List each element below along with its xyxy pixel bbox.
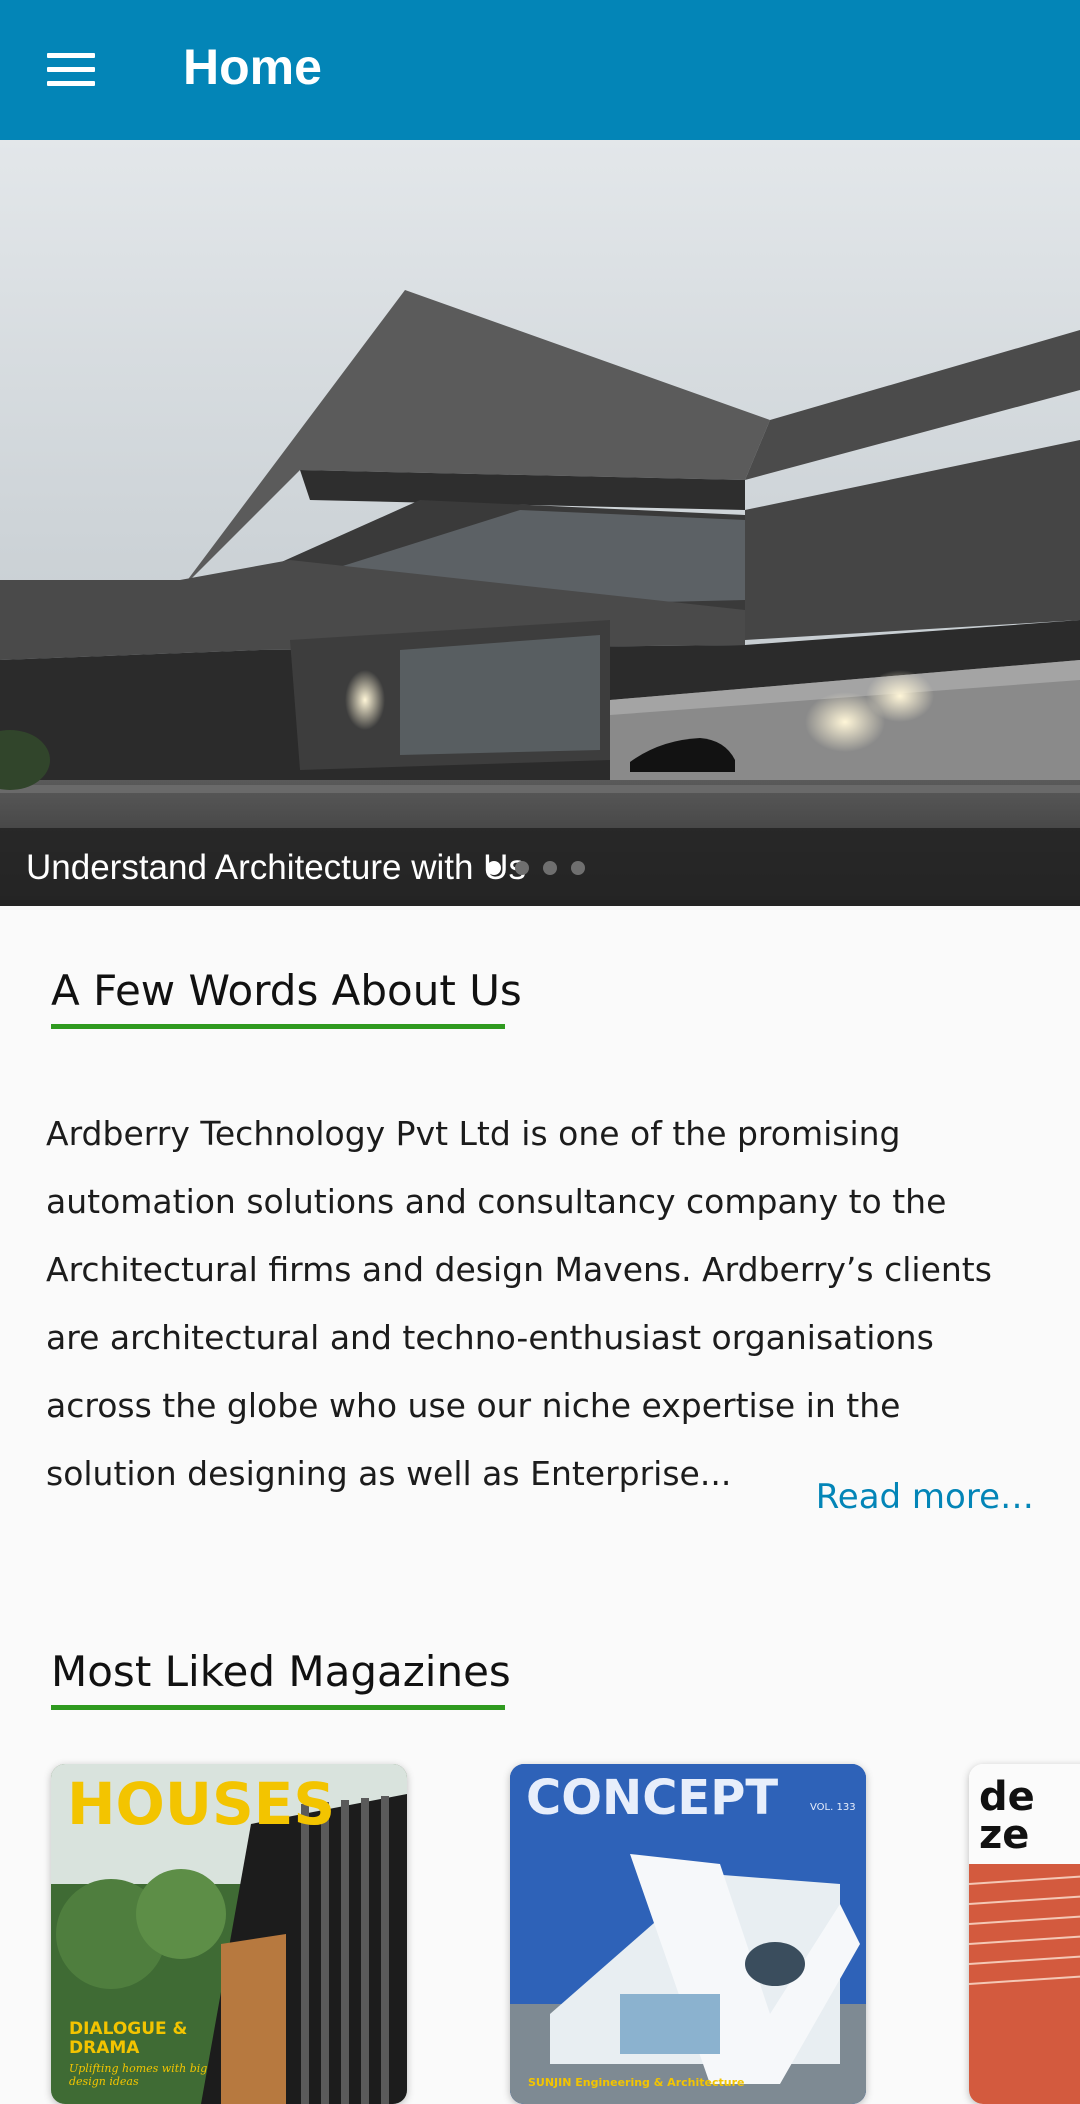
magazine-card-concept[interactable]: CONCEPT VOL. 133 SUNJIN Engineering & Ar… — [510, 1764, 866, 2104]
app-bar: Home — [0, 0, 1080, 140]
magazine-title: CONCEPT — [526, 1770, 779, 1826]
hero-caption-bar: Understand Architecture with Us — [0, 828, 1080, 906]
page-title: Home — [183, 39, 322, 95]
hero-carousel[interactable]: Understand Architecture with Us — [0, 140, 1080, 906]
hero-image — [0, 140, 1080, 906]
magazine-card-houses[interactable]: HOUSES DIALOGUE & DRAMA Uplifting homes … — [51, 1764, 407, 2104]
magazine-subtitle: SUNJIN Engineering & Architecture — [528, 2076, 745, 2089]
about-text: Ardberry Technology Pvt Ltd is one of th… — [46, 1114, 992, 1493]
hero-caption: Understand Architecture with Us — [26, 848, 526, 887]
magazine-card-dezeen[interactable]: de ze — [969, 1764, 1080, 2104]
carousel-dot[interactable] — [487, 861, 501, 875]
magazines-section-title: Most Liked Magazines — [51, 1647, 511, 1696]
read-more-link[interactable]: Read more… — [816, 1477, 1034, 1517]
carousel-dot[interactable] — [515, 861, 529, 875]
magazine-title: de ze — [979, 1774, 1035, 1858]
magazine-tagline: Uplifting homes with big design ideas — [69, 2062, 208, 2088]
carousel-dot[interactable] — [571, 861, 585, 875]
carousel-dot[interactable] — [543, 861, 557, 875]
about-section-title: A Few Words About Us — [51, 966, 522, 1015]
about-title-underline — [51, 1024, 505, 1029]
magazine-subtitle: DIALOGUE & DRAMA — [69, 2019, 188, 2058]
magazines-title-underline — [51, 1705, 505, 1710]
magazine-title: HOUSES — [67, 1770, 336, 1838]
hamburger-menu-icon[interactable] — [47, 53, 95, 87]
magazine-volume: VOL. 133 — [810, 1802, 856, 1813]
